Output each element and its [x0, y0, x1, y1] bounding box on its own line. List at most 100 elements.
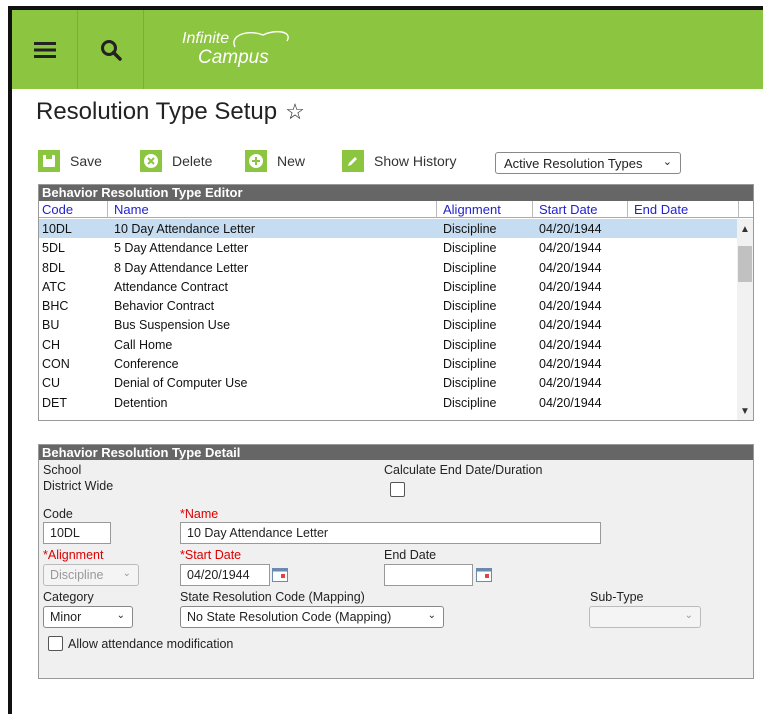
table-row[interactable]: 5DL 5 Day Attendance Letter Discipline 04/2…	[39, 238, 739, 257]
table-row[interactable]: CON Conference Discipline 04/20/1944	[39, 354, 739, 373]
state-resolution-code-value: No State Resolution Code (Mapping)	[187, 610, 392, 624]
cell-alignment: Discipline	[443, 395, 497, 410]
table-row[interactable]: ATC Attendance Contract Discipline 04/20/19…	[39, 277, 739, 296]
table-row[interactable]: 8DL 8 Day Attendance Letter Discipline 04/2…	[39, 258, 739, 277]
code-value: 10DL	[50, 526, 80, 540]
calculate-end-date-checkbox[interactable]	[390, 482, 405, 497]
category-select[interactable]: Minor ⌄	[43, 606, 133, 628]
cell-alignment: Discipline	[443, 299, 497, 314]
cell-start-date: 04/20/1944	[539, 279, 602, 294]
start-date-input[interactable]: 04/20/1944	[180, 564, 270, 586]
column-header-code[interactable]: Code	[42, 202, 73, 217]
resolution-type-editor: Behavior Resolution Type Editor Code Nam…	[38, 184, 754, 421]
favorite-star-icon[interactable]: ☆	[285, 99, 305, 124]
chevron-down-icon: ⌄	[662, 156, 672, 168]
cell-code: CON	[42, 357, 70, 372]
sub-type-select[interactable]: ⌄	[589, 606, 701, 628]
chevron-down-icon: ⌄	[122, 568, 131, 579]
chevron-down-icon: ⌄	[684, 610, 693, 621]
state-resolution-code-label: State Resolution Code (Mapping)	[180, 590, 365, 604]
infinite-campus-logo: Infinite Campus	[182, 31, 289, 67]
category-label: Category	[43, 590, 94, 604]
cell-start-date: 04/20/1944	[539, 357, 602, 372]
cell-code: CU	[42, 376, 61, 391]
grid-header: Code Name Alignment Start Date End Date	[39, 201, 753, 218]
cell-name: Conference	[114, 357, 179, 372]
name-value: 10 Day Attendance Letter	[187, 526, 329, 540]
detail-title: Behavior Resolution Type Detail	[39, 445, 753, 460]
hamburger-icon	[33, 41, 56, 58]
calendar-icon[interactable]	[476, 568, 492, 582]
cell-code: 5DL	[42, 241, 65, 256]
show-history-button[interactable]: Show History	[342, 150, 456, 172]
cell-start-date: 04/20/1944	[539, 395, 602, 410]
cell-name: Bus Suspension Use	[114, 318, 231, 333]
cell-alignment: Discipline	[443, 279, 497, 294]
pencil-icon	[342, 150, 364, 172]
cell-alignment: Discipline	[443, 241, 497, 256]
app-window: Infinite Campus Resolution Type Setup ☆ S…	[8, 6, 763, 714]
state-resolution-code-select[interactable]: No State Resolution Code (Mapping) ⌄	[180, 606, 444, 628]
cell-name: Denial of Computer Use	[114, 376, 248, 391]
start-date-label: *Start Date	[180, 548, 242, 562]
table-row[interactable]: BHC Behavior Contract Discipline 04/20/1944	[39, 296, 739, 315]
table-row[interactable]: BU Bus Suspension Use Discipline 04/20/1944	[39, 315, 739, 334]
table-row[interactable]: CU Denial of Computer Use Discipline 04/20/…	[39, 373, 739, 392]
alignment-select[interactable]: Discipline ⌄	[43, 564, 139, 586]
top-bar: Infinite Campus	[12, 10, 763, 89]
delete-button[interactable]: Delete	[140, 150, 212, 172]
save-icon	[38, 150, 60, 172]
end-date-label: End Date	[384, 548, 437, 562]
search-button[interactable]	[78, 10, 144, 89]
column-header-alignment[interactable]: Alignment	[443, 202, 501, 217]
cell-start-date: 04/20/1944	[539, 299, 602, 314]
column-header-end-date[interactable]: End Date	[634, 202, 688, 217]
chevron-down-icon: ⌄	[427, 610, 436, 621]
column-header-start-date[interactable]: Start Date	[539, 202, 598, 217]
grid-scrollbar[interactable]: ▲ ▼	[737, 219, 753, 420]
delete-label: Delete	[172, 153, 213, 169]
end-date-input[interactable]	[384, 564, 473, 586]
calculate-end-date-label: Calculate End Date/Duration	[384, 463, 543, 477]
school-label: School	[43, 463, 82, 477]
show-history-label: Show History	[374, 153, 457, 169]
new-button[interactable]: New	[245, 150, 305, 172]
column-header-name[interactable]: Name	[114, 202, 149, 217]
grid-rows: 10DL 10 Day Attendance Letter Discipline 04…	[39, 219, 739, 412]
school-value: District Wide	[43, 479, 114, 493]
resolution-type-filter-select[interactable]: Active Resolution Types ⌄	[495, 152, 681, 174]
cell-start-date: 04/20/1944	[539, 260, 602, 275]
table-row[interactable]: 10DL 10 Day Attendance Letter Discipline 04…	[39, 219, 739, 239]
scroll-down-icon[interactable]: ▼	[740, 406, 750, 417]
cell-code: CH	[42, 337, 61, 352]
cell-code: 10DL	[42, 222, 72, 236]
cell-code: DET	[42, 395, 67, 410]
allow-attendance-modification-checkbox[interactable]	[48, 636, 63, 651]
filter-selected-value: Active Resolution Types	[504, 156, 643, 171]
save-button[interactable]: Save	[38, 150, 102, 172]
scroll-thumb[interactable]	[738, 246, 752, 282]
resolution-type-detail: Behavior Resolution Type Detail School D…	[38, 444, 754, 679]
cell-start-date: 04/20/1944	[539, 222, 602, 236]
cell-start-date: 04/20/1944	[539, 318, 602, 333]
page-title: Resolution Type Setup ☆	[36, 98, 305, 126]
cell-name: 8 Day Attendance Letter	[114, 260, 249, 275]
cell-name: Call Home	[114, 337, 173, 352]
scroll-up-icon[interactable]: ▲	[740, 224, 750, 235]
table-row[interactable]: CH Call Home Discipline 04/20/1944	[39, 335, 739, 354]
logo-swoosh-icon	[233, 30, 289, 48]
editor-title: Behavior Resolution Type Editor	[39, 185, 753, 201]
page-title-text: Resolution Type Setup	[36, 98, 278, 125]
cell-code: 8DL	[42, 260, 65, 275]
cell-name: Detention	[114, 395, 168, 410]
category-value: Minor	[50, 610, 82, 624]
save-label: Save	[70, 153, 102, 169]
menu-button[interactable]	[12, 10, 78, 89]
alignment-label: *Alignment	[43, 548, 104, 562]
table-row[interactable]: DET Detention Discipline 04/20/1944	[39, 393, 739, 412]
calendar-icon[interactable]	[272, 568, 288, 582]
start-date-value: 04/20/1944	[187, 568, 250, 582]
name-input[interactable]: 10 Day Attendance Letter	[180, 522, 601, 544]
cell-alignment: Discipline	[443, 337, 497, 352]
code-input[interactable]: 10DL	[43, 522, 111, 544]
